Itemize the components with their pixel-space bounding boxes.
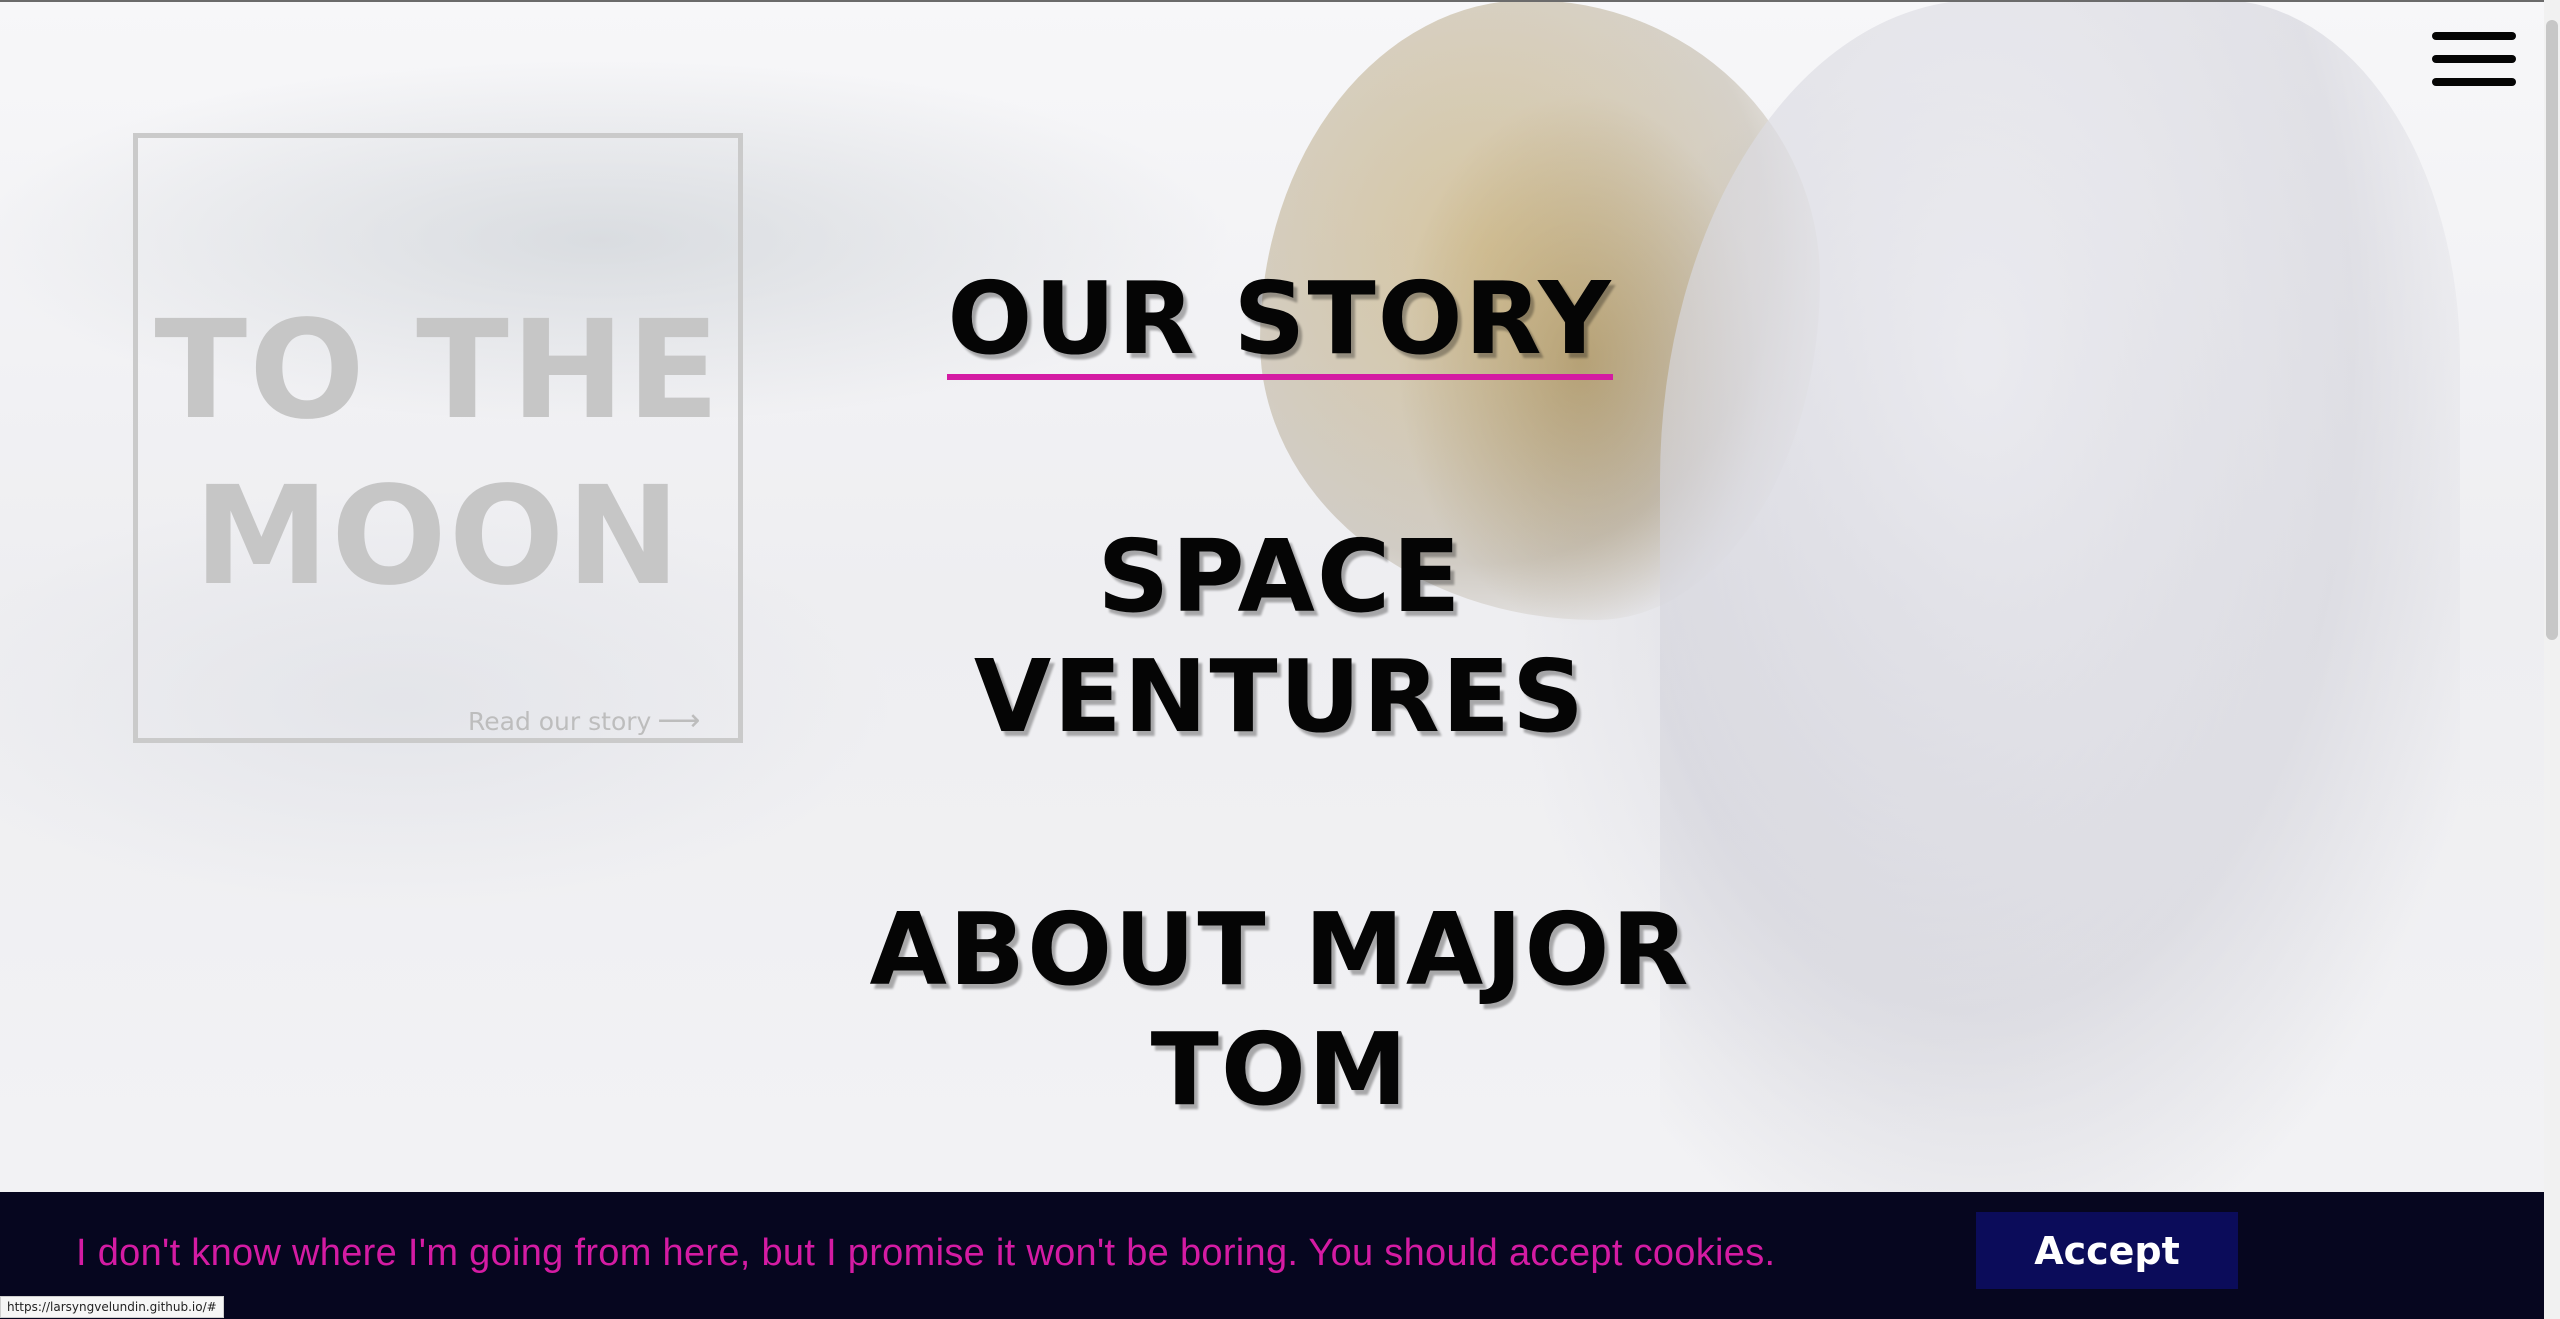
top-border <box>0 0 2560 2</box>
vertical-scrollbar[interactable] <box>2544 0 2560 1319</box>
space-ventures-link[interactable]: SPACE VENTURES <box>974 517 1586 757</box>
menu-bar-bottom <box>2432 78 2516 86</box>
cookie-banner: I don't know where I'm going from here, … <box>0 1192 2544 1319</box>
arrow-right-icon: ⟶ <box>657 703 701 738</box>
hamburger-menu-icon[interactable] <box>2428 28 2520 90</box>
nav-item-space-ventures: SPACE VENTURES <box>800 517 1760 757</box>
status-bar-url: https://larsyngvelundin.github.io/# <box>0 1296 224 1318</box>
nav-item-label-line-1: SPACE <box>1097 518 1463 635</box>
nav-item-label: OUR STORY <box>947 260 1613 377</box>
hero-title: TO THE MOON <box>138 288 738 620</box>
accept-cookies-button[interactable]: Accept <box>1976 1212 2238 1289</box>
our-story-link[interactable]: OUR STORY <box>947 264 1613 380</box>
hero-box: TO THE MOON Read our story ⟶ <box>133 133 743 743</box>
menu-bar-top <box>2432 32 2516 40</box>
nav-item-label-line-1: ABOUT MAJOR <box>869 891 1691 1008</box>
read-our-story-label: Read our story <box>468 707 652 736</box>
menu-bar-middle <box>2432 55 2516 63</box>
nav-item-our-story: OUR STORY <box>800 264 1760 380</box>
hero-title-line-1: TO THE <box>154 292 722 450</box>
scrollbar-thumb[interactable] <box>2546 20 2558 640</box>
nav-item-label-line-2: TOM <box>1150 1011 1410 1128</box>
about-major-tom-link[interactable]: ABOUT MAJOR TOM <box>870 890 1691 1130</box>
read-our-story-link[interactable]: Read our story ⟶ <box>468 703 700 738</box>
nav-item-label-line-2: VENTURES <box>973 638 1587 755</box>
cookie-message: I don't know where I'm going from here, … <box>76 1232 1776 1274</box>
hero-title-line-2: MOON <box>193 458 683 616</box>
nav-item-about-major-tom: ABOUT MAJOR TOM <box>800 890 1760 1130</box>
astronaut-suit-image <box>1660 0 2460 1200</box>
page: TO THE MOON Read our story ⟶ OUR STORY SP… <box>0 0 2560 1319</box>
